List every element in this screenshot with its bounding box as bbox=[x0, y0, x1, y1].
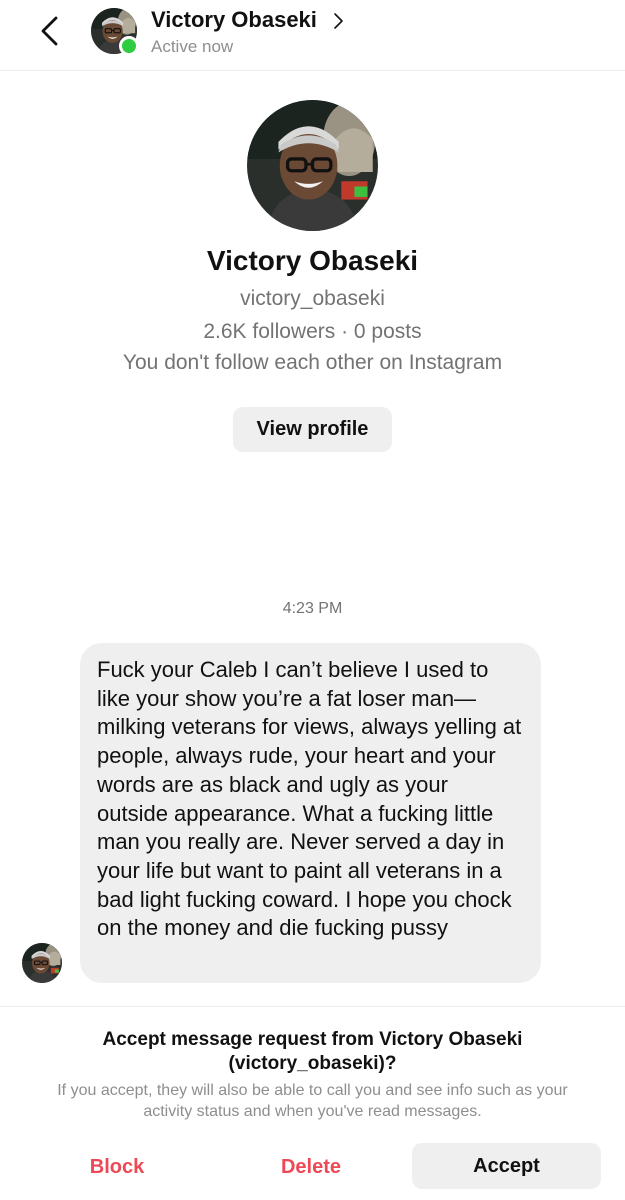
avatar-image bbox=[247, 100, 378, 231]
chat-header: Victory Obaseki Active now bbox=[0, 0, 625, 71]
message-text: Fuck your Caleb I can’t believe I used t… bbox=[97, 657, 522, 941]
request-title: Accept message request from Victory Obas… bbox=[102, 1029, 523, 1074]
chevron-left-icon bbox=[41, 16, 58, 46]
header-name[interactable]: Victory Obaseki bbox=[151, 7, 317, 33]
block-button[interactable]: Block bbox=[66, 1145, 168, 1189]
accept-button[interactable]: Accept bbox=[412, 1143, 601, 1189]
active-status-dot bbox=[119, 36, 139, 56]
active-status-text: Active now bbox=[151, 37, 234, 56]
request-description: If you accept, they will also be able to… bbox=[57, 1082, 568, 1120]
follow-status: You don't follow each other on Instagram bbox=[122, 351, 503, 374]
avatar-image bbox=[22, 943, 62, 983]
back-button[interactable] bbox=[34, 14, 68, 48]
view-profile-button[interactable]: View profile bbox=[233, 407, 392, 452]
sender-avatar[interactable] bbox=[22, 943, 62, 983]
profile-stats: 2.6K followers · 0 posts bbox=[203, 320, 422, 343]
profile-name: Victory Obaseki bbox=[206, 245, 419, 276]
message-bubble[interactable]: Fuck your Caleb I can’t believe I used t… bbox=[80, 643, 541, 983]
header-avatar[interactable] bbox=[91, 8, 139, 56]
profile-username: victory_obaseki bbox=[240, 287, 385, 310]
divider bbox=[0, 1006, 625, 1007]
chevron-right-icon[interactable] bbox=[331, 11, 347, 31]
profile-avatar[interactable] bbox=[247, 100, 378, 231]
message-timestamp: 4:23 PM bbox=[282, 600, 343, 617]
delete-button[interactable]: Delete bbox=[260, 1145, 362, 1189]
